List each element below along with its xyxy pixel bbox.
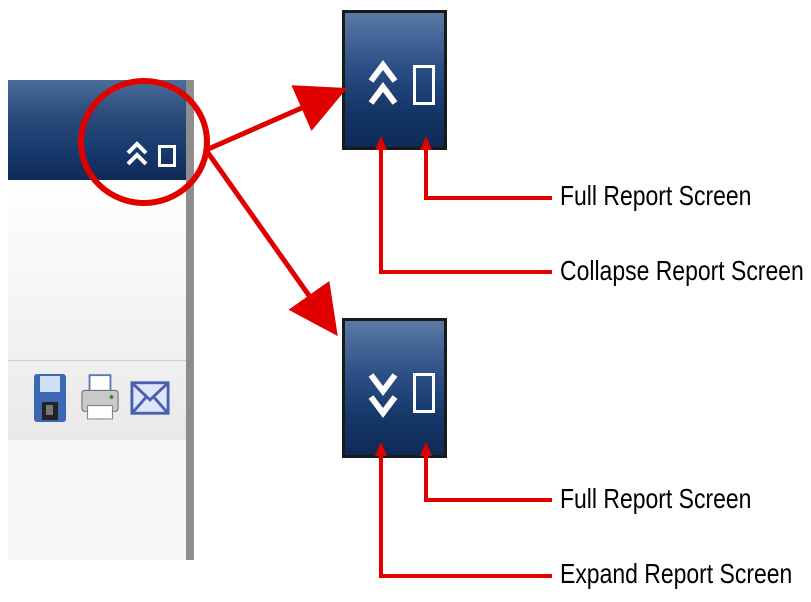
callout-expand xyxy=(379,446,552,578)
label-expand-report: Expand Report Screen xyxy=(560,558,793,589)
callout-full-bottom xyxy=(424,446,552,502)
label-collapse-report: Collapse Report Screen xyxy=(560,255,804,286)
arrow-to-bottom-inset xyxy=(203,148,338,337)
label-full-report-bottom: Full Report Screen xyxy=(560,483,752,514)
arrow-to-top-inset xyxy=(204,85,348,153)
callout-full-top xyxy=(424,140,552,200)
highlight-circle xyxy=(78,78,210,206)
label-full-report-top: Full Report Screen xyxy=(560,180,752,211)
callout-collapse xyxy=(379,140,552,274)
